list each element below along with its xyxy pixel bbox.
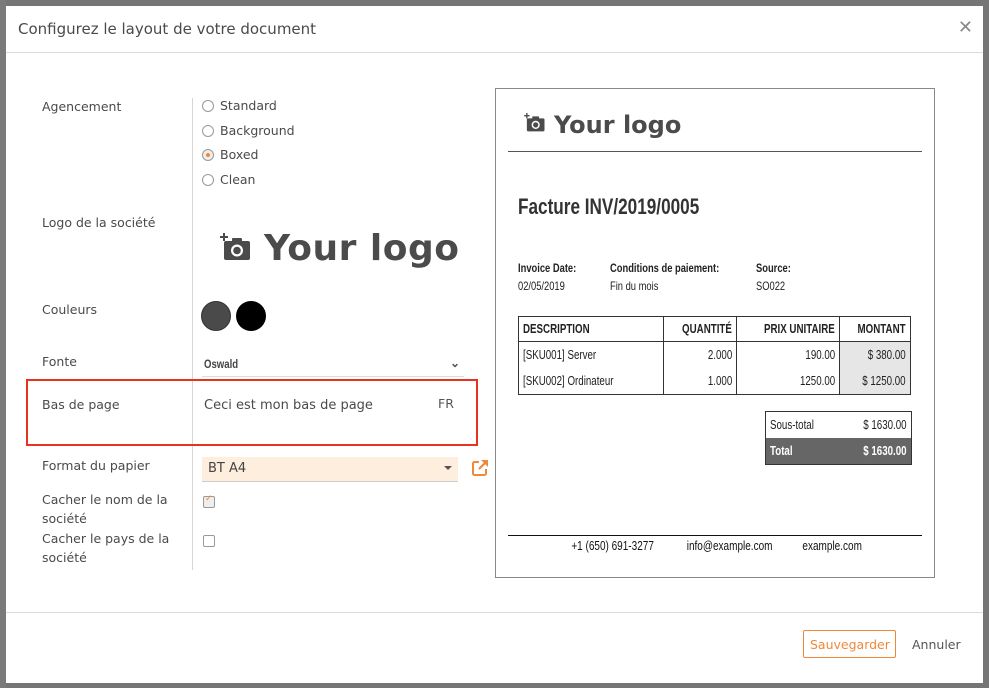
add-camera-icon [220,232,252,265]
preview-footer: +1 (650) 691-3277 info@example.com examp… [496,539,934,553]
total-value: $ 1630.00 [838,438,912,465]
preview-logo-text: Your logo [554,111,682,139]
primary-color-swatch[interactable] [201,301,231,331]
close-icon[interactable]: ✕ [958,18,973,38]
subtotal-row: Sous-total $ 1630.00 [766,412,912,439]
save-button[interactable]: Sauvegarder [803,630,896,658]
cell-unit-price: 1250.00 [735,368,840,395]
cell-description: [SKU002] Ordinateur [518,368,664,395]
cell-unit-price: 190.00 [735,341,840,368]
hide-company-country-checkbox[interactable] [203,535,215,547]
font-select-value: Oswald [204,357,239,371]
radio-standard[interactable] [202,99,214,112]
radio-background[interactable] [202,124,214,137]
hide-company-country-label: Cacher le pays de la société [42,531,170,565]
table-header-row: DESCRIPTION QUANTITÉ PRIX UNITAIRE MONTA… [518,316,912,342]
logo-label: Logo de la société [42,215,156,230]
secondary-color-swatch[interactable] [236,301,266,331]
chevron-down-icon: ⌄ [449,356,460,370]
total-row: Total $ 1630.00 [765,438,912,465]
total-label: Total [765,438,839,465]
layout-label: Agencement [42,99,122,114]
footer-divider-line [6,612,983,613]
radio-label: Clean [220,172,256,187]
paper-format-select[interactable]: BT A4 [202,457,458,482]
external-link-icon[interactable] [471,459,489,481]
add-camera-icon [524,113,546,137]
table-row: [SKU001] Server 2.000 190.00 $ 380.00 [518,341,912,368]
company-logo-upload[interactable]: Your logo [220,228,460,269]
radio-label: Background [220,123,295,138]
radio-boxed[interactable] [202,148,214,161]
radio-label: Standard [220,98,277,113]
cell-description: [SKU001] Server [518,341,664,368]
dialog-title: Configurez le layout de votre document [18,20,317,38]
footer-divider [508,535,922,536]
table-row: [SKU002] Ordinateur 1.000 1250.00 $ 1250… [518,368,912,395]
source-block: Source: SO022 [756,261,791,293]
layout-dialog: Configurez le layout de votre document ✕… [6,6,983,683]
layout-option-background[interactable]: Background [202,123,295,138]
subtotal-label: Sous-total [770,418,814,432]
totals-table: Sous-total $ 1630.00 Total $ 1630.00 [765,411,912,465]
col-description: DESCRIPTION [518,316,664,342]
document-preview: Your logo Facture INV/2019/0005 Invoice … [495,88,935,578]
font-select[interactable]: Oswald ⌄ [202,354,464,377]
footer-email: info@example.com [686,539,773,553]
paper-format-label: Format du papier [42,458,150,473]
col-amount: MONTANT [838,316,912,342]
cancel-button[interactable]: Annuler [906,630,967,658]
font-label: Fonte [42,354,77,369]
radio-label: Boxed [220,147,259,162]
footer-phone: +1 (650) 691-3277 [571,539,655,553]
hide-company-name-checkbox[interactable] [203,494,215,508]
cell-quantity: 1.000 [663,368,737,395]
layout-option-boxed[interactable]: Boxed [202,147,258,162]
colors-label: Couleurs [42,302,98,317]
payment-terms-block: Conditions de paiement: Fin du mois [610,261,720,293]
invoice-date-block: Invoice Date: 02/05/2019 [518,261,577,293]
hide-company-name-label: Cacher le nom de la société [42,492,168,526]
invoice-title: Facture INV/2019/0005 [518,194,700,219]
cell-quantity: 2.000 [663,341,737,368]
col-unit-price: PRIX UNITAIRE [735,316,840,342]
subtotal-value: $ 1630.00 [863,418,907,432]
header-divider [508,151,922,152]
radio-clean[interactable] [202,173,214,186]
footer-website: example.com [801,539,862,553]
column-divider [192,98,193,570]
col-quantity: QUANTITÉ [663,316,737,342]
dialog-header: Configurez le layout de votre document ✕ [6,6,983,53]
invoice-lines-table: DESCRIPTION QUANTITÉ PRIX UNITAIRE MONTA… [518,316,912,395]
layout-option-clean[interactable]: Clean [202,172,255,187]
layout-option-standard[interactable]: Standard [202,98,277,113]
cell-amount: $ 1250.00 [838,368,912,395]
logo-placeholder-text: Your logo [264,228,460,269]
caret-down-icon [444,466,452,470]
cell-amount: $ 380.00 [838,341,912,368]
paper-format-value: BT A4 [208,461,247,476]
highlight-box [26,379,478,446]
preview-logo: Your logo [524,111,681,139]
